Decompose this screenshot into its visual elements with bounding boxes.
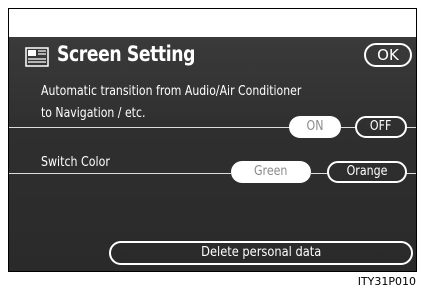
- switch-color-orange-button[interactable]: Orange: [327, 161, 407, 183]
- auto-transition-divider: [9, 127, 292, 128]
- screen-setting-icon: [25, 47, 49, 67]
- auto-transition-description-line2: to Navigation / etc.: [41, 106, 146, 121]
- auto-transition-on-label: ON: [306, 119, 324, 134]
- auto-transition-description: Automatic transition from Audio/Air Cond…: [41, 81, 301, 125]
- switch-color-label: Switch Color: [41, 155, 110, 170]
- auto-transition-description-line1: Automatic transition from Audio/Air Cond…: [41, 84, 302, 99]
- screen-setting-panel: Screen Setting OK Automatic transition f…: [9, 37, 416, 271]
- page-title: Screen Setting: [57, 42, 196, 66]
- auto-transition-on-button[interactable]: ON: [289, 116, 341, 138]
- delete-personal-data-label: Delete personal data: [200, 245, 322, 260]
- switch-color-orange-label: Orange: [346, 164, 388, 179]
- switch-color-divider: [9, 173, 231, 174]
- switch-color-green-label: Green: [254, 164, 288, 179]
- auto-transition-off-button[interactable]: OFF: [355, 116, 407, 138]
- ok-button[interactable]: OK: [364, 43, 412, 67]
- auto-transition-off-label: OFF: [370, 119, 392, 134]
- delete-personal-data-button[interactable]: Delete personal data: [109, 241, 413, 265]
- switch-color-green-button[interactable]: Green: [231, 161, 311, 183]
- image-code: ITY31P010: [357, 275, 416, 288]
